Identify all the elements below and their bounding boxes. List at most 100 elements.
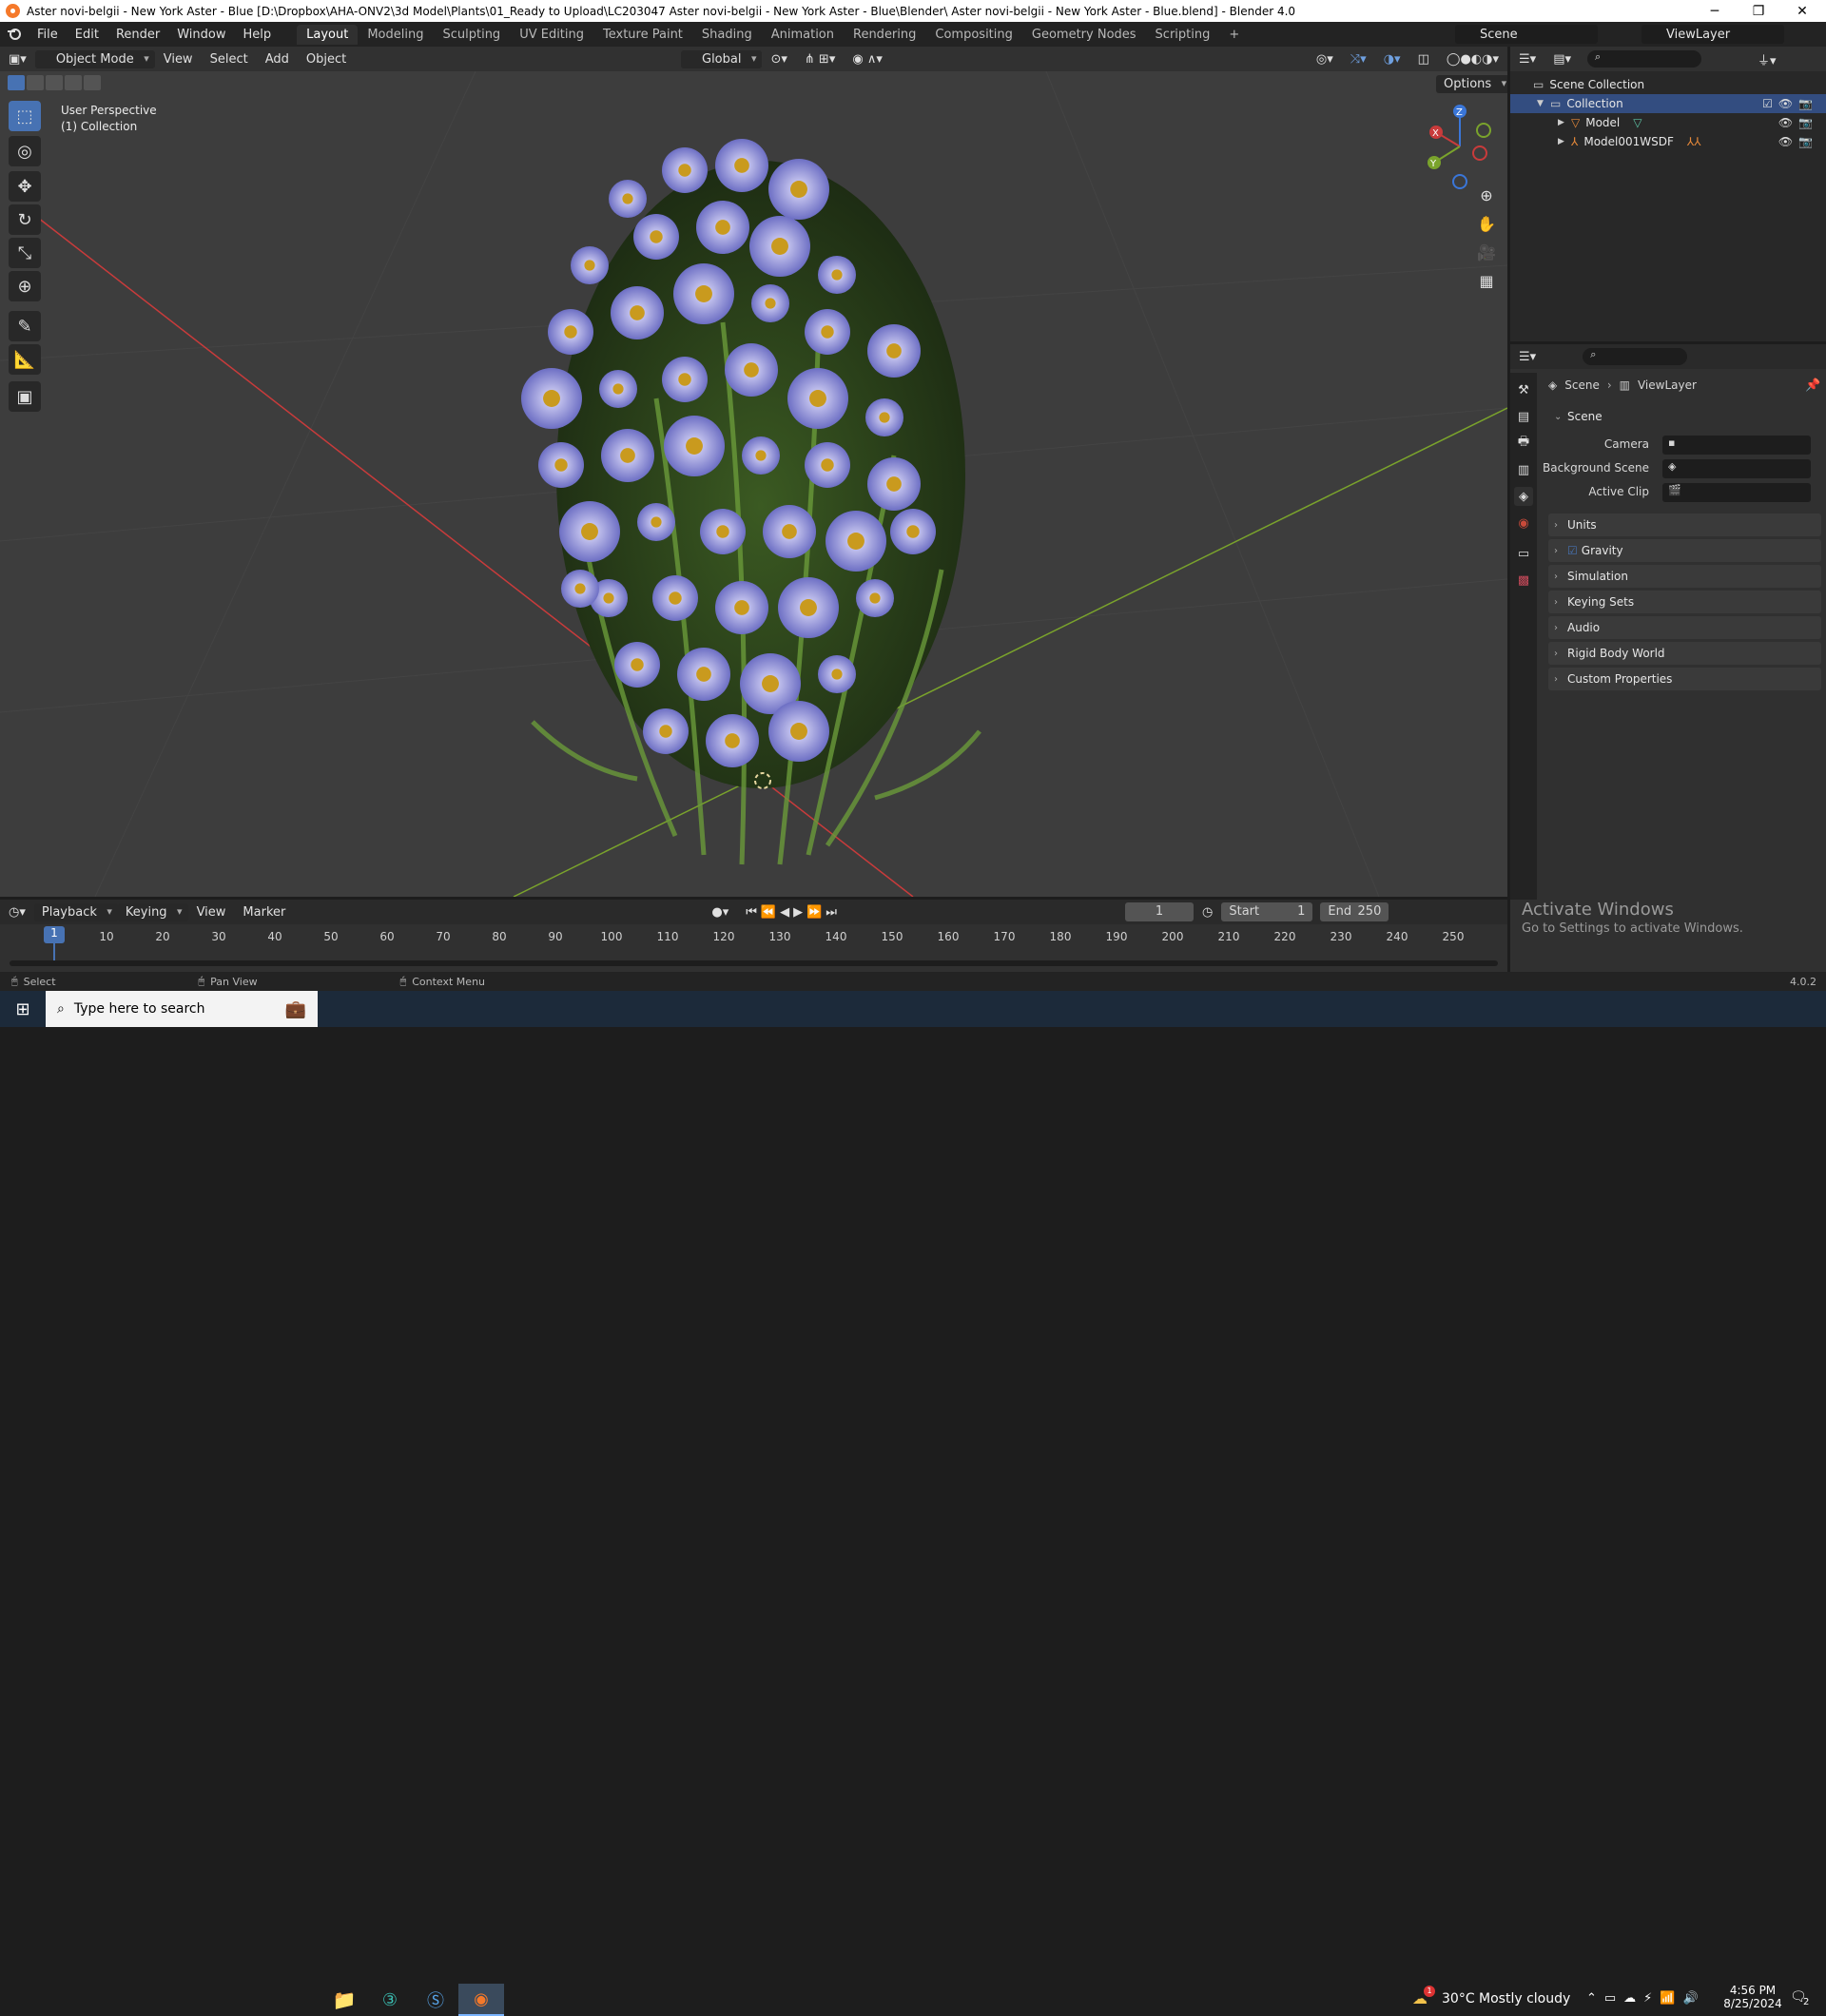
windows-start-icon[interactable]: ⊞ (0, 999, 46, 1019)
timeline-menu-view[interactable]: View (188, 905, 235, 920)
outliner-display-mode-icon[interactable]: ▤▾ (1544, 52, 1580, 67)
outliner-armature-row[interactable]: ▶ ⅄ Model001WSDF ⅄⅄ 👁📷 (1510, 132, 1826, 151)
scene-tab-icon[interactable]: ◈ (1514, 487, 1533, 506)
select-new-icon[interactable] (8, 75, 25, 90)
select-subtract-icon[interactable] (46, 75, 63, 90)
tab-uv-editing[interactable]: UV Editing (510, 25, 593, 45)
view-layer-tab-icon[interactable]: ▥ (1514, 460, 1533, 479)
pivot-icon[interactable]: ⊙▾ (762, 52, 795, 67)
start-frame-field[interactable]: Start 1 (1221, 902, 1313, 921)
menu-edit[interactable]: Edit (67, 28, 107, 42)
viewlayer-selector[interactable]: ViewLayer (1641, 25, 1784, 44)
tab-sculpting[interactable]: Sculpting (433, 25, 510, 45)
xray-toggle-icon[interactable]: ◫ (1409, 52, 1438, 67)
pin-icon[interactable]: 📌 (1805, 378, 1820, 393)
tab-modeling[interactable]: Modeling (358, 25, 433, 45)
cursor-tool-icon[interactable]: ◎ (9, 136, 41, 166)
outliner-collection-row[interactable]: ▼ ▭ Collection ☑👁📷 (1510, 94, 1826, 113)
background-scene-field[interactable]: ◈ (1662, 459, 1811, 478)
viewport-menu-select[interactable]: Select (202, 52, 257, 67)
select-intersect-icon[interactable] (84, 75, 101, 90)
viewport-menu-view[interactable]: View (155, 52, 202, 67)
viewport-menu-add[interactable]: Add (257, 52, 298, 67)
minimize-button[interactable]: ─ (1693, 0, 1737, 22)
weather-text[interactable]: 30°C Mostly cloudy (1442, 1991, 1570, 2006)
outliner-filter-icon[interactable]: ⏚▾ (1749, 50, 1785, 68)
zoom-icon[interactable]: ⊕ (1473, 182, 1500, 208)
outliner-model-row[interactable]: ▶ ▽ Model ▽ 👁📷 (1510, 113, 1826, 132)
outliner-scene-collection[interactable]: ▭ Scene Collection (1510, 75, 1826, 94)
properties-search-icon[interactable]: ⌕ (1583, 348, 1688, 365)
camera-field[interactable]: ▪ (1662, 436, 1811, 455)
editor-type-icon[interactable]: ▣▾ (0, 52, 35, 67)
end-frame-field[interactable]: End 250 (1320, 902, 1389, 921)
timeline-editor-type-icon[interactable]: ◷▾ (0, 905, 34, 920)
close-button[interactable]: ✕ (1780, 0, 1824, 22)
move-tool-icon[interactable]: ✥ (9, 171, 41, 202)
overlay-toggle-icon[interactable]: ◑▾ (1375, 52, 1409, 67)
gravity-checkbox[interactable]: ☑ (1567, 544, 1578, 557)
playback-dropdown[interactable]: Playback (33, 902, 118, 921)
playback-controls-icon[interactable]: ⏮⏪◀▶⏩⏭ (737, 905, 849, 920)
armature-toggles-icon[interactable]: 👁📷 (1778, 135, 1818, 148)
viewport-menu-object[interactable]: Object (298, 52, 355, 67)
transform-tool-icon[interactable]: ⊕ (9, 271, 41, 301)
outliner-search-icon[interactable]: ⌕ (1587, 50, 1701, 68)
clock[interactable]: 4:56 PM 8/25/2024 (1719, 1984, 1786, 2010)
3d-viewport[interactable]: ▣▾ Object Mode View Select Add Object Gl… (0, 47, 1507, 897)
record-keyframe-icon[interactable]: ●▾ (703, 905, 737, 920)
visibility-icon[interactable]: ◎▾ (1308, 52, 1342, 67)
keying-dropdown[interactable]: Keying (117, 902, 188, 921)
select-invert-icon[interactable] (65, 75, 82, 90)
options-dropdown[interactable]: Options (1436, 75, 1507, 93)
model-toggles-icon[interactable]: 👁📷 (1778, 116, 1818, 129)
camera-view-icon[interactable]: 🎥 (1473, 239, 1500, 265)
world-tab-icon[interactable]: ◉ (1514, 514, 1533, 533)
section-audio[interactable]: › Audio (1548, 616, 1821, 639)
annotate-tool-icon[interactable]: ✎ (9, 311, 41, 341)
rotate-tool-icon[interactable]: ↻ (9, 204, 41, 235)
render-tab-icon[interactable]: ▤ (1514, 407, 1533, 426)
proportional-edit-icon[interactable]: ◉ ∧▾ (844, 52, 891, 67)
preview-range-icon[interactable]: ◷ (1194, 905, 1221, 920)
app-s-icon[interactable]: Ⓢ (413, 1984, 458, 2016)
snap-icon[interactable]: ⋔ ⊞▾ (796, 52, 844, 67)
blender-taskbar-icon[interactable]: ◉ (458, 1984, 504, 2016)
active-clip-field[interactable]: 🎬 (1662, 483, 1811, 502)
tab-geometry-nodes[interactable]: Geometry Nodes (1022, 25, 1146, 45)
pan-hand-icon[interactable]: ✋ (1473, 210, 1500, 237)
add-cube-tool-icon[interactable]: ▣ (9, 381, 41, 412)
expand-chevron-icon[interactable]: ▶ (1558, 118, 1571, 127)
scene-selector[interactable]: Scene (1455, 25, 1598, 44)
shading-modes-icon[interactable]: ◯●◐◑▾ (1438, 52, 1507, 67)
collection-tab-icon[interactable]: ▭ (1514, 544, 1533, 563)
taskbar-search-box[interactable]: ⌕ Type here to search 💼 (46, 991, 318, 1027)
texture-tab-icon[interactable]: ▩ (1514, 571, 1533, 590)
navigation-gizmo[interactable]: Z X Y (1417, 104, 1503, 189)
tab-compositing[interactable]: Compositing (925, 25, 1022, 45)
playhead[interactable]: 1 (44, 926, 65, 943)
transform-orientation-dropdown[interactable]: Global (681, 49, 763, 68)
timeline-menu-marker[interactable]: Marker (234, 905, 294, 920)
output-tab-icon[interactable]: 🖶 (1514, 434, 1533, 453)
tab-shading[interactable]: Shading (692, 25, 762, 45)
section-gravity[interactable]: › ☑ Gravity (1548, 539, 1821, 562)
section-keying-sets[interactable]: › Keying Sets (1548, 591, 1821, 613)
scene-panel-header[interactable]: ⌄ Scene (1548, 405, 1821, 428)
section-simulation[interactable]: › Simulation (1548, 565, 1821, 588)
scale-tool-icon[interactable]: ⤡ (9, 238, 41, 268)
select-extend-icon[interactable] (27, 75, 44, 90)
blender-menu-icon[interactable] (0, 28, 29, 41)
tab-rendering[interactable]: Rendering (844, 25, 925, 45)
add-workspace-button[interactable]: + (1219, 25, 1249, 45)
gizmo-toggle-icon[interactable]: ⤨▾ (1342, 52, 1375, 67)
tab-texture-paint[interactable]: Texture Paint (593, 25, 692, 45)
menu-file[interactable]: File (29, 28, 67, 42)
measure-tool-icon[interactable]: 📐 (9, 344, 41, 375)
tab-animation[interactable]: Animation (762, 25, 844, 45)
app-3-icon[interactable]: ③ (367, 1984, 413, 2016)
outliner-editor-type-icon[interactable]: ☰▾ (1510, 52, 1544, 67)
collection-toggles-icon[interactable]: ☑👁📷 (1762, 97, 1818, 110)
file-explorer-icon[interactable]: 📁 (321, 1984, 367, 2016)
properties-editor-type-icon[interactable]: ☰▾ (1510, 350, 1544, 364)
